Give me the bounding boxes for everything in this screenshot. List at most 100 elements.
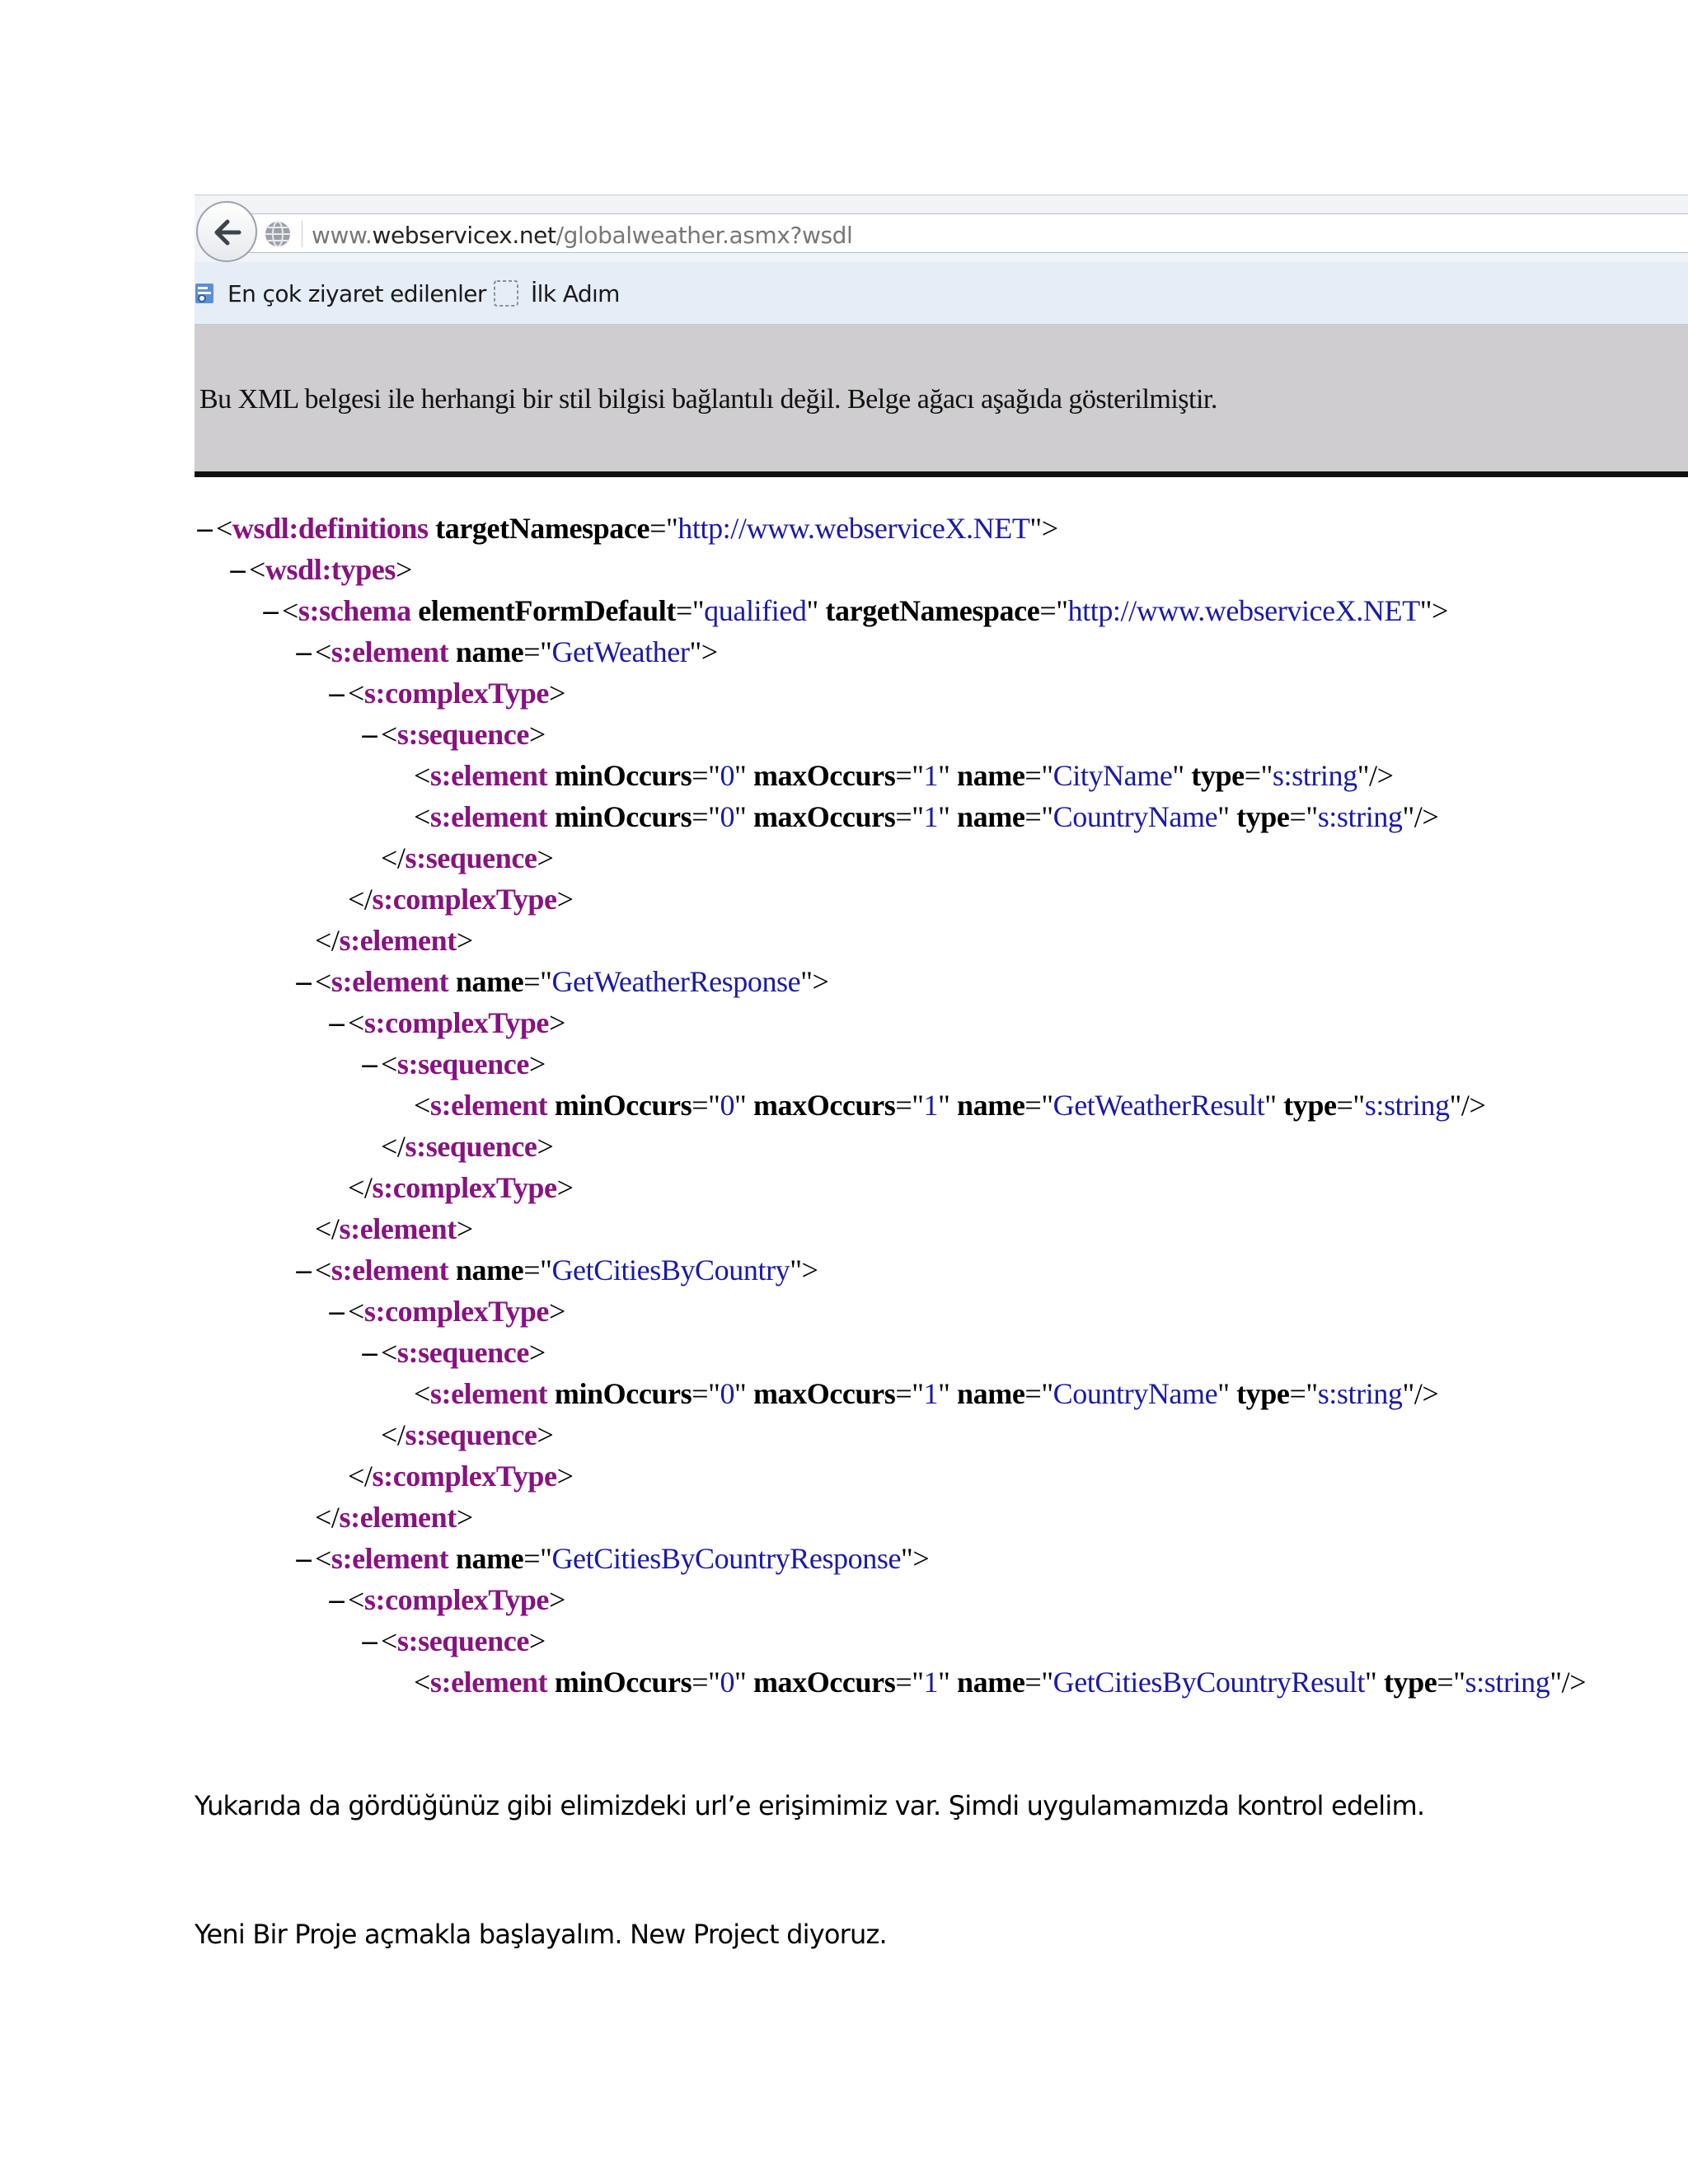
xml-tag-name: s:sequence (396, 718, 529, 751)
bookmark-first-steps[interactable]: İlk Adım (493, 262, 620, 325)
back-button[interactable] (196, 201, 257, 262)
xml-line: −<s:complexType> (326, 673, 565, 714)
xml-attribute-name: maxOccurs (746, 800, 896, 833)
xml-attribute-name: type (1376, 1666, 1437, 1699)
xml-line: <s:element minOccurs="0" maxOccurs="1" n… (414, 1661, 1587, 1703)
xml-punctuation: =" (1025, 759, 1053, 792)
xml-line: </s:sequence> (381, 1126, 554, 1167)
xml-punctuation: > (537, 841, 554, 874)
xml-attribute-name: name (448, 1542, 524, 1575)
xml-line: </s:sequence> (381, 1414, 554, 1455)
xml-attribute-name: maxOccurs (746, 1089, 896, 1122)
xml-punctuation: </ (348, 1171, 373, 1204)
xml-attribute-value: 1 (923, 1377, 939, 1410)
xml-tag-name: s:complexType (363, 677, 550, 710)
bookmark-most-visited[interactable]: En çok ziyaret edilenler (195, 262, 486, 325)
xml-punctuation: < (381, 1624, 397, 1657)
url-text[interactable]: www.webservicex.net/globalweather.asmx?w… (312, 222, 853, 249)
xml-punctuation: =" (1025, 800, 1053, 833)
collapse-toggle[interactable]: − (195, 510, 216, 551)
collapse-toggle[interactable]: − (260, 593, 282, 634)
xml-attribute-value: 0 (720, 759, 735, 792)
xml-punctuation: =" (1039, 594, 1068, 627)
xml-attribute-value: GetCitiesByCountryResult (1053, 1666, 1366, 1699)
first-steps-icon (494, 280, 518, 307)
xml-punctuation: "> (800, 965, 829, 998)
xml-punctuation: =" (649, 512, 678, 545)
xml-attribute-name: maxOccurs (746, 1666, 896, 1699)
bookmark-label: İlk Adım (531, 279, 620, 307)
xml-punctuation: "> (901, 1542, 930, 1575)
xml-line: <s:element minOccurs="0" maxOccurs="1" n… (414, 1085, 1486, 1126)
collapse-toggle[interactable]: − (326, 1293, 348, 1334)
xml-notice-text: Bu XML belgesi ile herhangi bir stil bil… (199, 384, 1217, 415)
xml-attribute-name: minOccurs (547, 800, 692, 833)
xml-punctuation: < (315, 965, 331, 998)
xml-tag-name: s:element (429, 800, 548, 833)
xml-punctuation: =" (1336, 1089, 1366, 1122)
xml-tag-name: s:sequence (396, 1336, 529, 1369)
xml-line: −<s:sequence> (359, 714, 546, 755)
xml-punctuation: " (938, 759, 950, 792)
xml-punctuation: > (456, 1212, 473, 1245)
xml-punctuation: =" (692, 800, 720, 833)
collapse-toggle[interactable]: − (359, 1623, 381, 1664)
xml-tag-name: s:sequence (396, 1624, 529, 1657)
collapse-toggle[interactable]: − (227, 551, 249, 593)
xml-punctuation: > (537, 1130, 554, 1163)
xml-line: −<s:element name="GetCitiesByCountry"> (293, 1249, 818, 1291)
collapse-toggle[interactable]: − (293, 1252, 315, 1293)
xml-punctuation: =" (692, 1089, 720, 1122)
xml-attribute-name: name (950, 759, 1025, 792)
xml-line: </s:element> (315, 1208, 473, 1249)
collapse-toggle[interactable]: − (293, 1540, 315, 1582)
xml-attribute-value: CountryName (1053, 1377, 1218, 1410)
xml-punctuation: </ (315, 1501, 340, 1534)
xml-tag-name: s:complexType (363, 1006, 550, 1039)
xml-tag-name: s:sequence (405, 1130, 537, 1163)
xml-line: −<s:complexType> (326, 1579, 565, 1620)
xml-attribute-name: name (950, 800, 1025, 833)
xml-attribute-name: name (950, 1377, 1025, 1410)
xml-punctuation: " (734, 800, 747, 833)
xml-punctuation: < (216, 512, 232, 545)
xml-attribute-name: name (950, 1666, 1025, 1699)
xml-punctuation: > (528, 718, 546, 751)
navigation-bar: www.webservicex.net/globalweather.asmx?w… (195, 194, 1688, 263)
xml-punctuation: < (381, 1047, 397, 1080)
collapse-toggle[interactable]: − (326, 675, 348, 716)
xml-attribute-name: elementFormDefault (410, 594, 676, 627)
xml-attribute-value: http://www.webserviceX.NET (1067, 594, 1421, 627)
collapse-toggle[interactable]: − (293, 963, 315, 1005)
xml-punctuation: </ (381, 841, 406, 874)
collapse-toggle[interactable]: − (293, 634, 315, 675)
xml-tag-name: s:element (429, 1089, 548, 1122)
xml-punctuation: "/> (1402, 1377, 1439, 1410)
xml-attribute-name: targetNamespace (818, 594, 1040, 627)
xml-line: −<wsdl:types> (227, 549, 412, 590)
collapse-toggle[interactable]: − (326, 1005, 348, 1046)
xml-tag-name: s:element (429, 759, 548, 792)
bookmarks-toolbar: En çok ziyaret edilenler İlk Adım (195, 262, 1688, 325)
collapse-toggle[interactable]: − (359, 1334, 381, 1376)
xml-attribute-value: 1 (923, 800, 939, 833)
xml-punctuation: =" (675, 594, 705, 627)
address-bar[interactable]: www.webservicex.net/globalweather.asmx?w… (246, 213, 1688, 253)
xml-punctuation: "/> (1550, 1666, 1587, 1699)
xml-punctuation: > (456, 924, 473, 957)
collapse-toggle[interactable]: − (359, 1046, 381, 1087)
xml-punctuation: =" (1025, 1377, 1053, 1410)
xml-punctuation: </ (348, 1460, 373, 1493)
xml-punctuation: "> (1029, 512, 1058, 545)
xml-attribute-name: name (448, 635, 524, 668)
xml-punctuation: < (315, 1254, 331, 1286)
collapse-toggle[interactable]: − (359, 716, 381, 757)
xml-line: </s:complexType> (348, 1167, 574, 1208)
collapse-toggle[interactable]: − (326, 1582, 348, 1623)
xml-punctuation: " (938, 800, 950, 833)
xml-line: −<s:sequence> (359, 1043, 546, 1085)
xml-punctuation: =" (523, 1254, 552, 1286)
xml-punctuation: =" (523, 965, 552, 998)
xml-attribute-name: minOccurs (547, 1377, 692, 1410)
xml-line: −<s:element name="GetWeather"> (293, 631, 718, 673)
